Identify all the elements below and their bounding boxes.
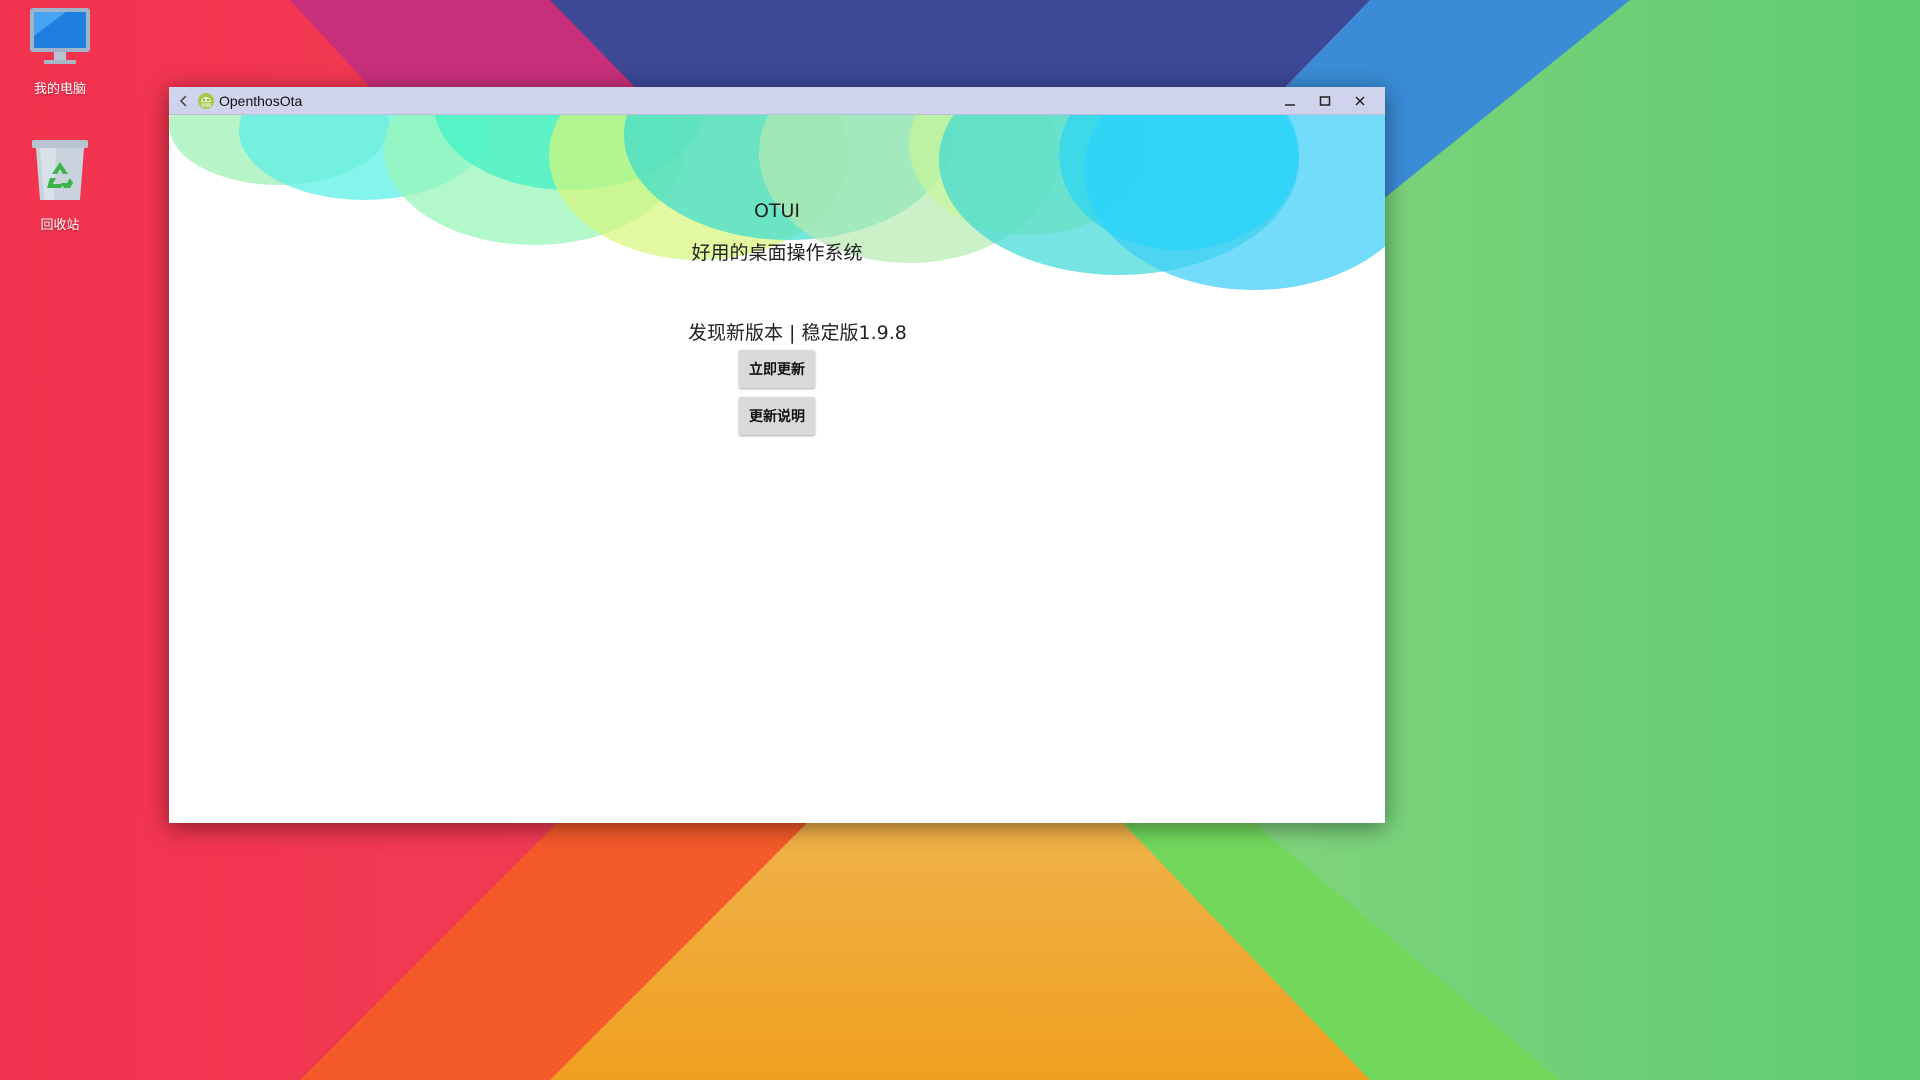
computer-icon xyxy=(30,8,90,64)
desktop-icon-label: 回收站 xyxy=(40,218,80,233)
desktop: 我的电脑 回收站 OpenthosOta OTUI 好用的桌面操作系统 发现新版… xyxy=(0,0,1920,1080)
minimize-icon xyxy=(1284,104,1295,106)
desktop-icon-my-computer[interactable]: 我的电脑 xyxy=(10,6,110,97)
desktop-icon-recycle-bin[interactable]: 回收站 xyxy=(10,136,110,233)
back-arrow-icon[interactable] xyxy=(173,87,195,115)
window-title: OpenthosOta xyxy=(219,92,303,109)
maximize-icon xyxy=(1319,96,1330,106)
app-name: OTUI xyxy=(753,200,801,222)
maximize-button[interactable] xyxy=(1307,87,1342,115)
release-notes-button[interactable]: 更新说明 xyxy=(739,397,815,435)
close-button[interactable] xyxy=(1342,87,1377,115)
window-controls xyxy=(1272,87,1377,115)
update-info-text: 发现新版本 | 稳定版1.9.8 xyxy=(688,322,907,344)
window-titlebar[interactable]: OpenthosOta xyxy=(169,87,1385,115)
close-icon xyxy=(1354,96,1365,106)
desktop-icon-label: 我的电脑 xyxy=(33,82,86,97)
android-icon xyxy=(198,92,214,109)
app-window: OpenthosOta OTUI 好用的桌面操作系统 发现新版本 | 稳定版1.… xyxy=(169,87,1385,823)
update-now-button[interactable]: 立即更新 xyxy=(739,350,815,388)
recycle-bin-icon xyxy=(32,140,88,200)
app-slogan: 好用的桌面操作系统 xyxy=(691,242,863,264)
minimize-button[interactable] xyxy=(1272,87,1307,115)
app-content: OTUI 好用的桌面操作系统 发现新版本 | 稳定版1.9.8 立即更新 更新说… xyxy=(169,115,1385,823)
